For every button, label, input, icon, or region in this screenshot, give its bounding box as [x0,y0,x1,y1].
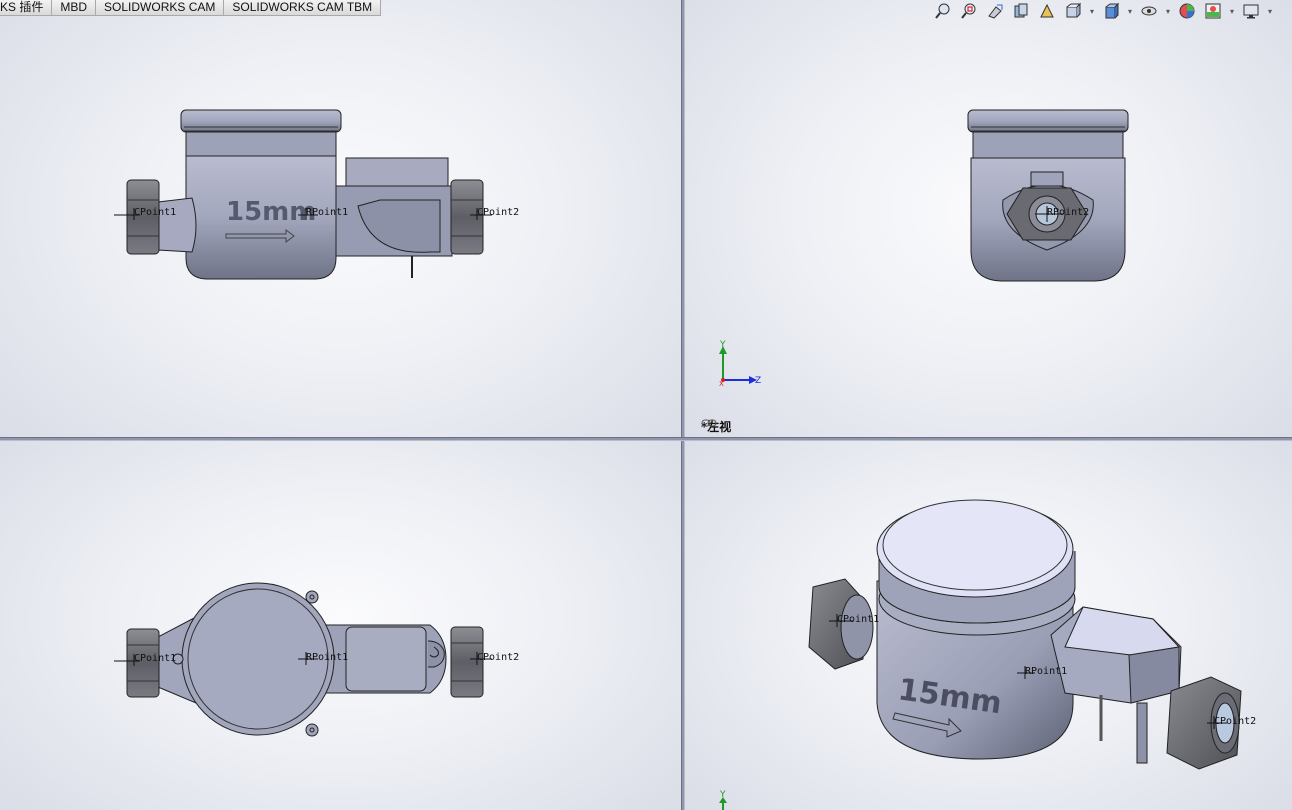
svg-text:X: X [719,380,724,388]
left-view-model: RPoint2 Y Z X [719,109,1129,388]
viewport-splitter-horizontal[interactable] [0,437,1292,441]
chevron-down-icon[interactable]: ▾ [1228,7,1236,16]
hide-show-items-icon[interactable] [1138,1,1160,21]
section-view-icon[interactable] [1010,1,1032,21]
tab-solidworks-cam-tbm[interactable]: SOLIDWORKS CAM TBM [223,0,382,16]
tab-solidworks-cam[interactable]: SOLIDWORKS CAM [95,0,225,16]
point-label-cpoint2: CPoint2 [477,207,519,218]
chevron-down-icon[interactable]: ▾ [1164,7,1172,16]
zoom-area-icon[interactable] [958,1,980,21]
view-orientation-label: *左视 [701,419,732,434]
viewport-isometric[interactable]: 15mm CPoint1 RPoint1 CPoint2 Y [685,441,1292,810]
heads-up-view-toolbar: ▾ ▾ ▾ ▾ ▾ [932,0,1274,22]
point-label-cpoint2: CPoint2 [477,652,519,663]
axis-triad: Y Z X [719,340,761,388]
previous-view-icon[interactable] [984,1,1006,21]
point-label-cpoint1: CPoint1 [837,614,879,625]
tab-mbd[interactable]: MBD [51,0,97,16]
point-label-cpoint2: CPoint2 [1214,716,1256,727]
edit-appearance-icon[interactable] [1176,1,1198,21]
point-label-cpoint1: CPoint1 [134,207,176,218]
tab-ks-plugin[interactable]: KS 插件 [0,0,53,16]
svg-text:Y: Y [719,340,726,350]
size-emboss: 15mm [226,197,316,227]
axis-triad: Y [719,790,727,810]
point-label-cpoint1: CPoint1 [134,653,176,664]
dynamic-annotation-icon[interactable] [1036,1,1058,21]
chevron-down-icon[interactable]: ▾ [1088,7,1096,16]
chevron-down-icon[interactable]: ▾ [1126,7,1134,16]
isometric-view-model: 15mm CPoint1 RPoint1 CPoint2 Y [719,499,1256,810]
point-label-rpoint1: RPoint1 [1025,666,1067,677]
zoom-to-fit-icon[interactable] [932,1,954,21]
point-label-rpoint2: RPoint2 [1047,207,1089,218]
apply-scene-icon[interactable] [1202,1,1224,21]
view-settings-icon[interactable] [1240,1,1262,21]
viewport-top[interactable]: CPoint1 RPoint1 CPoint2 [0,441,681,810]
front-view-model: 15mm CPoint1 RPoint1 CPoint2 [114,109,519,280]
view-orientation-icon[interactable] [1062,1,1084,21]
command-manager-tabs: KS 插件 MBD SOLIDWORKS CAM SOLIDWORKS CAM … [0,0,382,16]
link-view-icon [701,419,717,427]
svg-text:Z: Z [755,376,761,386]
point-label-rpoint1: RPoint1 [306,207,348,218]
viewport-left[interactable]: RPoint2 Y Z X *左视 [685,0,1292,437]
svg-text:Y: Y [719,790,726,800]
viewport-splitter-vertical[interactable] [681,0,685,810]
chevron-down-icon[interactable]: ▾ [1266,7,1274,16]
display-style-icon[interactable] [1100,1,1122,21]
viewport-front[interactable]: 15mm CPoint1 RPoint1 CPoint2 [0,0,681,437]
top-view-model: CPoint1 RPoint1 CPoint2 [114,582,519,737]
point-label-rpoint1: RPoint1 [306,652,348,663]
